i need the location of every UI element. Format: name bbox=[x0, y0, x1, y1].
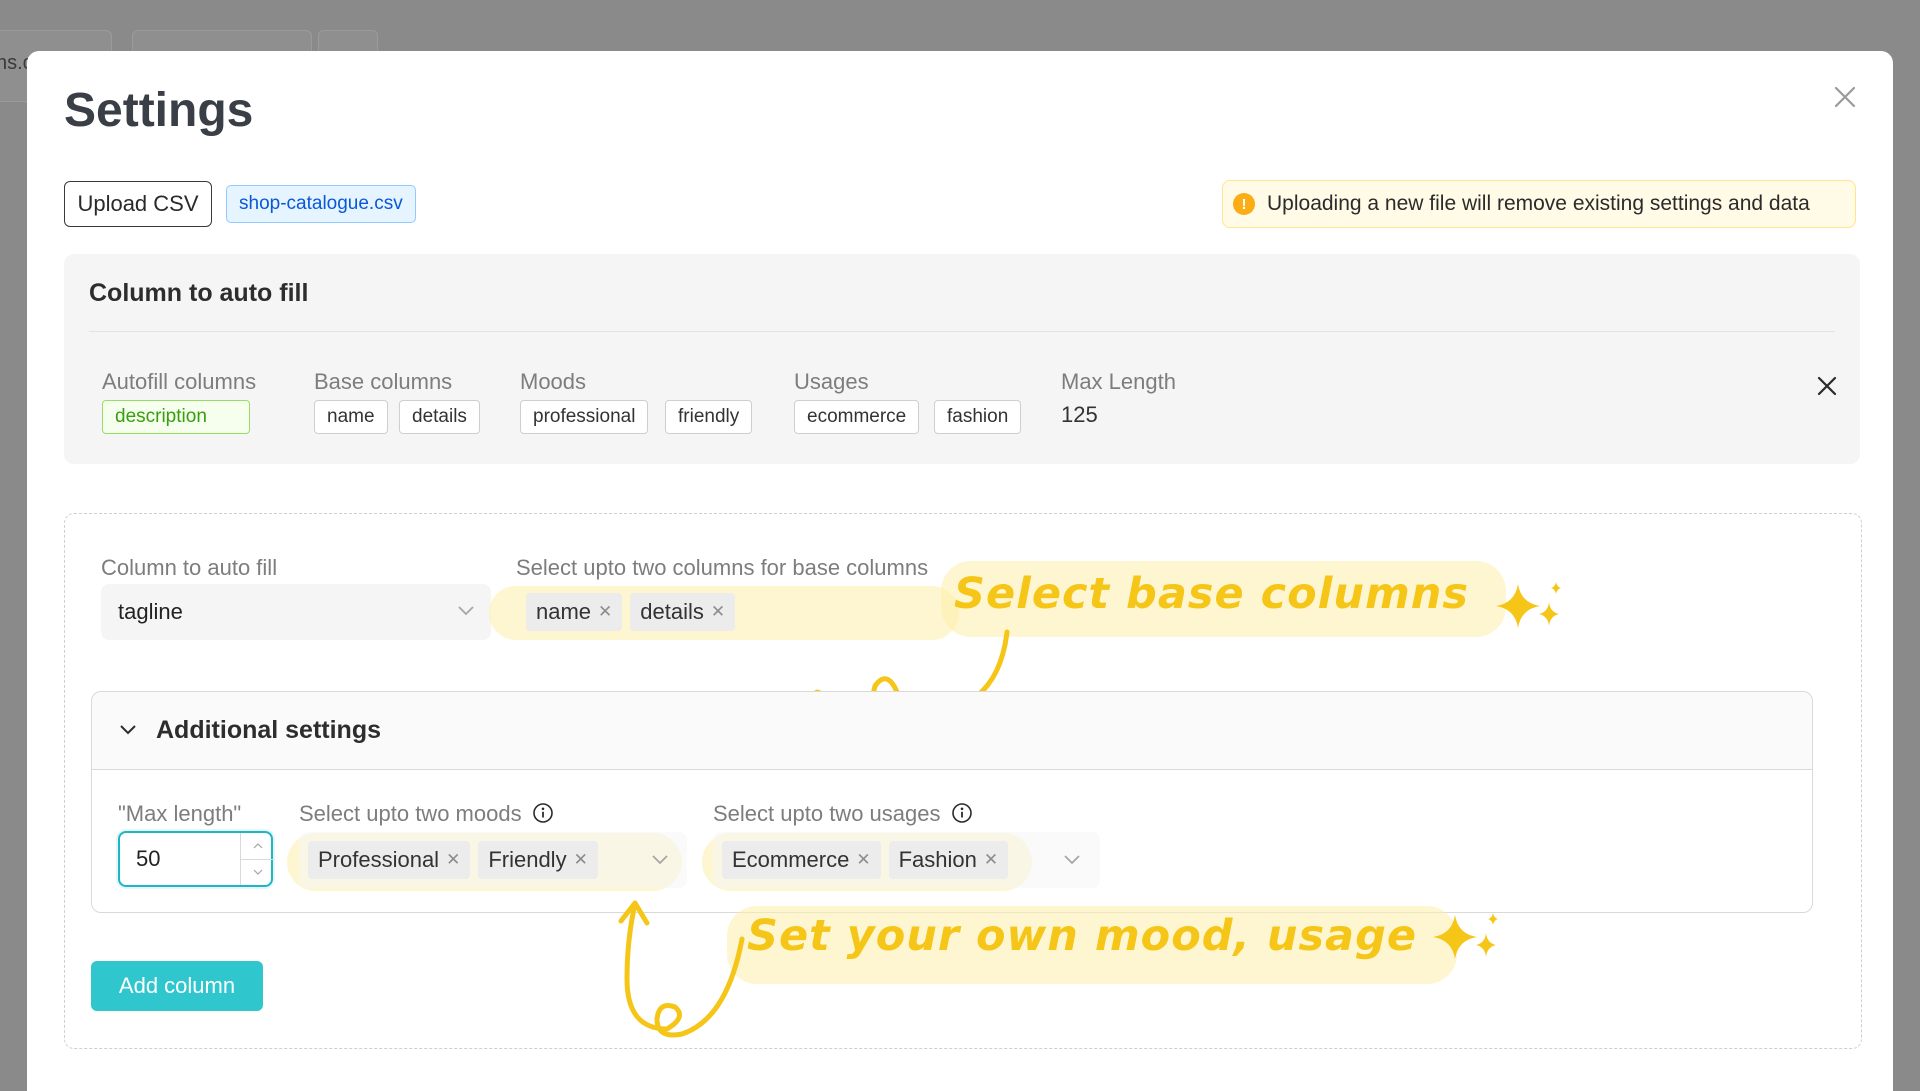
selected-tag: Fashion ✕ bbox=[888, 841, 1009, 879]
settings-modal: Settings Upload CSV shop-catalogue.csv !… bbox=[27, 51, 1893, 1091]
usages-label: Select upto two usages bbox=[713, 801, 973, 827]
remove-tag-icon[interactable]: ✕ bbox=[574, 850, 588, 870]
autofill-column-tag: description bbox=[102, 400, 250, 434]
moods-label: Select upto two moods bbox=[299, 801, 554, 827]
base-column-tag: name bbox=[314, 400, 388, 434]
selected-tag-label: Friendly bbox=[488, 847, 567, 872]
max-length-input[interactable] bbox=[118, 831, 274, 887]
chevron-down-icon bbox=[1064, 855, 1080, 865]
usage-tag: ecommerce bbox=[794, 400, 920, 434]
summary-title: Column to auto fill bbox=[89, 279, 309, 307]
additional-settings-panel: Additional settings "Max length" Select … bbox=[91, 691, 1813, 913]
autofill-summary-card: Column to auto fill Autofill columns Bas… bbox=[64, 254, 1860, 464]
moods-select[interactable]: Professional ✕ Friendly ✕ bbox=[299, 832, 687, 888]
mood-tag: professional bbox=[520, 400, 649, 434]
upload-csv-button[interactable]: Upload CSV bbox=[64, 181, 212, 227]
mood-tag: friendly bbox=[665, 400, 753, 434]
remove-tag-icon[interactable]: ✕ bbox=[856, 850, 870, 870]
remove-tag-icon[interactable]: ✕ bbox=[446, 850, 460, 870]
selected-tag-label: details bbox=[640, 599, 704, 624]
remove-tag-icon[interactable]: ✕ bbox=[711, 602, 725, 622]
chevron-down-icon bbox=[458, 606, 474, 616]
info-icon[interactable] bbox=[951, 802, 973, 824]
summary-divider bbox=[89, 331, 1835, 332]
column-select-label: Column to auto fill bbox=[101, 555, 278, 580]
warning-alert: ! Uploading a new file will remove exist… bbox=[1222, 180, 1856, 228]
number-stepper[interactable] bbox=[240, 833, 274, 885]
selected-tag: name ✕ bbox=[526, 593, 623, 631]
warning-icon: ! bbox=[1233, 193, 1255, 215]
selected-tag: Friendly ✕ bbox=[478, 841, 598, 879]
usages-label-text: Select upto two usages bbox=[713, 801, 941, 826]
increment-button[interactable] bbox=[241, 833, 274, 860]
usages-select[interactable]: Ecommerce ✕ Fashion ✕ bbox=[713, 832, 1100, 888]
decrement-button[interactable] bbox=[241, 859, 274, 885]
info-icon[interactable] bbox=[532, 802, 554, 824]
chevron-down-icon[interactable] bbox=[118, 722, 138, 738]
callout-text: Select base columns bbox=[954, 569, 1469, 619]
moods-label-text: Select upto two moods bbox=[299, 801, 522, 826]
sparkle-icon bbox=[1496, 582, 1561, 628]
usages-header: Usages bbox=[794, 369, 869, 394]
selected-tag-label: Professional bbox=[318, 847, 440, 872]
base-column-tag: details bbox=[399, 400, 480, 434]
additional-settings-header[interactable]: Additional settings bbox=[92, 692, 1812, 770]
sparkle-icon bbox=[1433, 913, 1498, 959]
additional-settings-title: Additional settings bbox=[156, 716, 381, 744]
arrow-icon bbox=[618, 900, 745, 1038]
selected-tag: details ✕ bbox=[630, 593, 736, 631]
remove-column-icon[interactable] bbox=[1813, 372, 1841, 400]
selected-tag-label: name bbox=[536, 599, 592, 624]
remove-tag-icon[interactable]: ✕ bbox=[984, 850, 998, 870]
selected-tag: Professional ✕ bbox=[308, 841, 471, 879]
selected-tag-label: Ecommerce bbox=[732, 847, 850, 872]
max-length-header: Max Length bbox=[1061, 369, 1176, 394]
moods-header: Moods bbox=[520, 369, 587, 394]
base-columns-header: Base columns bbox=[314, 369, 453, 394]
add-column-button[interactable]: Add column bbox=[91, 961, 263, 1011]
callout-text: Set your own mood, usage bbox=[747, 911, 1418, 961]
column-select[interactable]: tagline bbox=[101, 584, 491, 640]
max-length-field[interactable] bbox=[136, 843, 236, 875]
uploaded-file-tag[interactable]: shop-catalogue.csv bbox=[226, 185, 416, 223]
close-icon[interactable] bbox=[1829, 81, 1861, 113]
modal-title: Settings bbox=[64, 84, 254, 137]
base-columns-label: Select upto two columns for base columns bbox=[516, 555, 929, 580]
column-select-value: tagline bbox=[118, 599, 183, 624]
chevron-down-icon bbox=[253, 869, 262, 875]
warning-text: Uploading a new file will remove existin… bbox=[1267, 192, 1810, 215]
remove-tag-icon[interactable]: ✕ bbox=[598, 602, 612, 622]
chevron-up-icon bbox=[253, 843, 262, 849]
usage-tag: fashion bbox=[934, 400, 1022, 434]
selected-tag: Ecommerce ✕ bbox=[722, 841, 881, 879]
selected-tag-label: Fashion bbox=[898, 847, 977, 872]
max-length-value: 125 bbox=[1061, 402, 1098, 427]
autofill-columns-header: Autofill columns bbox=[102, 369, 257, 394]
chevron-down-icon bbox=[652, 855, 668, 865]
max-length-label: "Max length" bbox=[118, 801, 242, 826]
